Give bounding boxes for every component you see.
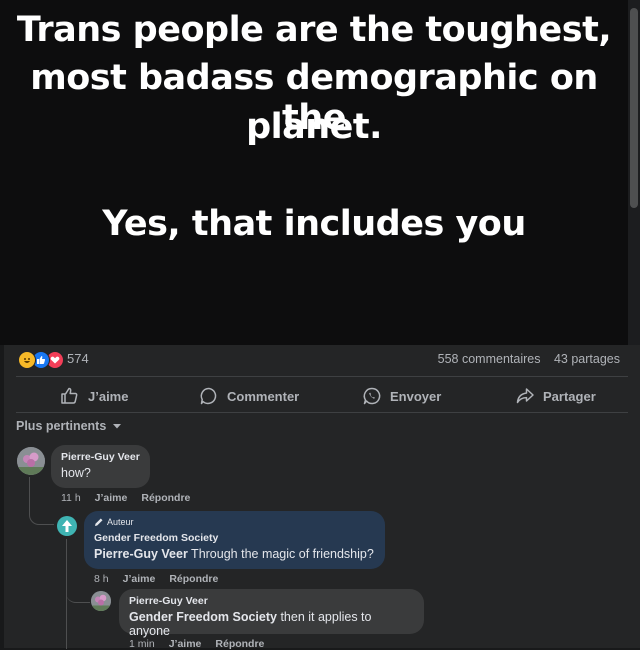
avatar-image [17, 447, 45, 475]
comment-time[interactable]: 11 h [61, 492, 81, 504]
comment-reply-button[interactable]: Répondre [141, 492, 190, 504]
comment-mention[interactable]: Gender Freedom Society [129, 610, 277, 624]
comments-count[interactable]: 558 commentaires [438, 352, 541, 366]
comment-bubble-2: Auteur Gender Freedom Society Pierre-Guy… [84, 511, 385, 569]
share-button[interactable]: Partager [515, 381, 596, 411]
post-image[interactable]: Trans people are the toughest, most bada… [0, 0, 628, 345]
comment-time[interactable]: 8 h [94, 573, 109, 585]
post-image-text-line-4: Yes, that includes you [102, 204, 526, 244]
whatsapp-icon [363, 387, 381, 405]
like-button[interactable]: J’aime [60, 381, 128, 411]
author-badge-label: Auteur [107, 517, 134, 527]
send-button[interactable]: Envoyer [362, 381, 441, 411]
comment-meta-2: 8 h J’aime Répondre [94, 573, 218, 585]
caret-down-icon [113, 424, 122, 429]
comment-author[interactable]: Pierre-Guy Veer [129, 595, 414, 607]
reactions-count[interactable]: 574 [67, 351, 89, 366]
post-image-text-line-3: planet. [246, 107, 382, 147]
comment-author[interactable]: Pierre-Guy Veer [61, 451, 140, 463]
send-label: Envoyer [390, 388, 442, 404]
arrow-up-icon [62, 520, 72, 532]
comment-like-button[interactable]: J’aime [123, 573, 156, 585]
comment-meta-3: 1 min J’aime Répondre [129, 638, 264, 650]
pencil-icon [95, 518, 103, 526]
share-label: Partager [543, 388, 596, 404]
share-icon [516, 388, 534, 404]
post-image-text-line-1: Trans people are the toughest, [16, 10, 612, 50]
comment-body: Through the magic of friendship? [187, 547, 374, 561]
sort-dropdown[interactable]: Plus pertinents [16, 419, 122, 433]
comment-label: Commenter [227, 388, 300, 404]
comment-like-button[interactable]: J’aime [169, 638, 202, 650]
thumbs-up-icon [61, 387, 78, 404]
comment-button[interactable]: Commenter [199, 381, 299, 411]
comment-text: Gender Freedom Society then it applies t… [129, 610, 414, 638]
comment-reply-button[interactable]: Répondre [215, 638, 264, 650]
comment-like-button[interactable]: J’aime [95, 492, 128, 504]
post-stats: 574 558 commentaires 43 partages [4, 345, 628, 375]
comment-icon [200, 387, 217, 405]
divider-top [16, 376, 628, 377]
shares-count[interactable]: 43 partages [554, 352, 620, 366]
thread-line [29, 477, 54, 525]
comment-mention[interactable]: Pierre-Guy Veer [94, 547, 188, 561]
avatar[interactable] [17, 447, 45, 475]
comment-bubble-1: Pierre-Guy Veer how? [51, 445, 150, 488]
thread-line [66, 585, 90, 603]
post-footer: 574 558 commentaires 43 partages J’aime … [4, 345, 640, 650]
avatar[interactable] [91, 591, 111, 611]
avatar[interactable] [57, 516, 77, 536]
scrollbar-thumb[interactable] [630, 8, 638, 208]
comment-time[interactable]: 1 min [129, 638, 155, 650]
comment-meta-1: 11 h J’aime Répondre [61, 492, 190, 504]
sort-label: Plus pertinents [16, 419, 107, 433]
comment-text: how? [61, 466, 91, 480]
action-bar: J’aime Commenter Envoyer Partager [4, 381, 640, 411]
avatar-image [91, 591, 111, 611]
right-stats: 558 commentaires 43 partages [428, 352, 620, 366]
comment-reply-button[interactable]: Répondre [169, 573, 218, 585]
haha-icon [18, 351, 36, 369]
divider-bottom [16, 412, 628, 413]
comment-text: Pierre-Guy Veer Through the magic of fri… [94, 547, 375, 561]
like-label: J’aime [88, 388, 129, 404]
author-badge: Auteur [94, 517, 375, 527]
comment-author[interactable]: Gender Freedom Society [94, 532, 375, 544]
comment-bubble-3: Pierre-Guy Veer Gender Freedom Society t… [119, 589, 424, 638]
